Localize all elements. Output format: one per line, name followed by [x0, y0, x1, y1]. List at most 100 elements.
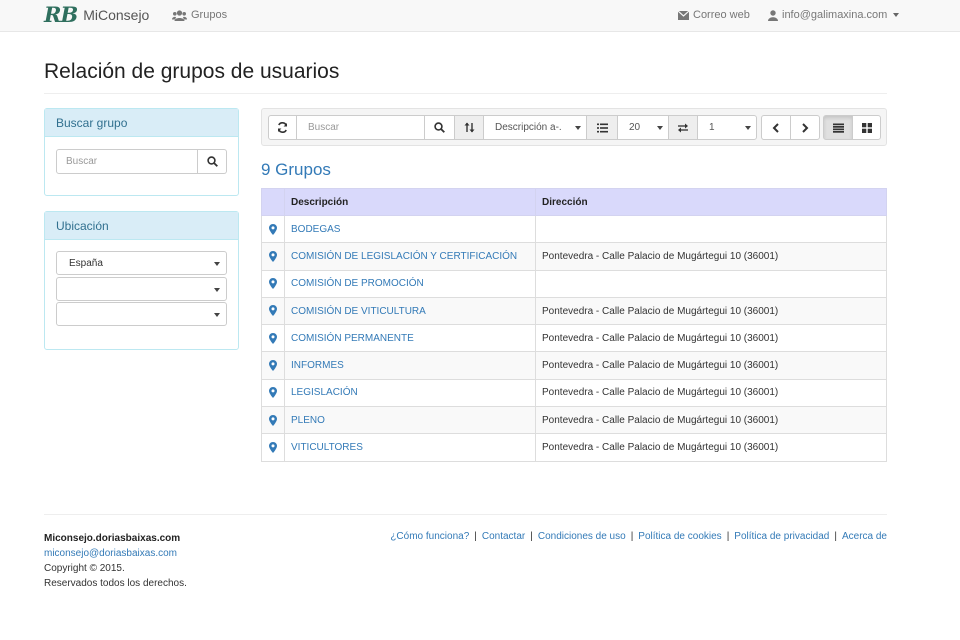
group-link[interactable]: BODEGAS	[291, 224, 340, 235]
envelope-icon	[678, 10, 689, 20]
footer-link-terms[interactable]: Condiciones de uso	[538, 531, 626, 542]
next-page-button[interactable]	[790, 115, 820, 140]
nav-groups-link[interactable]: Grupos	[172, 8, 227, 22]
table-row[interactable]: COMISIÓN PERMANENTE Pontevedra - Calle Pa…	[261, 324, 887, 353]
location-panel: Ubicación España	[44, 211, 239, 350]
footer-link-privacy[interactable]: Política de privacidad	[734, 531, 829, 542]
table-row[interactable]: COMISIÓN DE PROMOCIÓN	[261, 269, 887, 298]
brand-logo[interactable]: RB	[44, 4, 78, 26]
page-title: Relación de grupos de usuarios	[44, 60, 340, 83]
group-link[interactable]: COMISIÓN DE LEGISLACIÓN Y CERTIFICACIÓN	[291, 251, 517, 262]
chevron-left-icon	[772, 122, 779, 133]
map-marker-icon[interactable]	[269, 223, 277, 235]
row-description-cell: VITICULTORES	[284, 433, 536, 462]
footer-link-contact[interactable]: Contactar	[482, 531, 525, 542]
table-row[interactable]: VITICULTORES Pontevedra - Calle Palacio d…	[261, 433, 887, 462]
row-address-cell: Pontevedra - Calle Palacio de Mugártegui…	[535, 351, 887, 380]
row-location-cell	[261, 324, 285, 353]
search-group-panel: Buscar grupo Buscar	[44, 108, 239, 196]
row-description-cell: COMISIÓN DE LEGISLACIÓN Y CERTIFICACIÓN	[284, 242, 536, 271]
map-marker-icon[interactable]	[269, 278, 277, 290]
table-row[interactable]: COMISIÓN DE LEGISLACIÓN Y CERTIFICACIÓN P…	[261, 242, 887, 271]
footer-separator: |	[630, 531, 634, 542]
map-marker-icon[interactable]	[269, 441, 277, 453]
sort-toggle-button[interactable]	[454, 115, 484, 140]
group-link[interactable]: VITICULTORES	[291, 442, 363, 453]
chevron-down-icon	[214, 288, 220, 292]
footer-link-about[interactable]: Acerca de	[842, 531, 887, 542]
group-link[interactable]: INFORMES	[291, 360, 344, 371]
row-location-cell	[261, 296, 285, 326]
group-link[interactable]: LEGISLACIÓN	[291, 387, 358, 398]
column-header-description[interactable]: Descripción	[284, 188, 536, 216]
table-row[interactable]: BODEGAS	[261, 214, 887, 244]
map-marker-icon[interactable]	[269, 332, 277, 344]
row-description-cell: BODEGAS	[284, 214, 536, 244]
row-address-cell: Pontevedra - Calle Palacio de Mugártegui…	[535, 378, 887, 408]
row-description-cell: COMISIÓN DE PROMOCIÓN	[284, 269, 536, 298]
refresh-icon	[277, 122, 288, 133]
map-marker-icon[interactable]	[269, 305, 277, 317]
brand-name[interactable]: MiConsejo	[83, 4, 149, 26]
group-link[interactable]: COMISIÓN DE VITICULTURA	[291, 306, 426, 317]
group-link[interactable]: COMISIÓN PERMANENTE	[291, 333, 414, 344]
toolbar-search-button[interactable]	[424, 115, 455, 140]
footer-site-name: Miconsejo.doriasbaixas.com	[44, 533, 181, 544]
brand[interactable]: RB MiConsejo	[44, 4, 149, 26]
row-description-cell: COMISIÓN PERMANENTE	[284, 324, 536, 353]
map-marker-icon[interactable]	[269, 387, 277, 399]
row-location-cell	[261, 242, 285, 271]
toolbar-search-input[interactable]: Buscar	[296, 115, 425, 140]
map-marker-icon[interactable]	[269, 360, 277, 372]
row-location-cell	[261, 214, 285, 244]
footer-separator: |	[834, 531, 837, 542]
footer-info: Miconsejo.doriasbaixas.com miconsejo@dor…	[44, 531, 187, 591]
region-select[interactable]	[56, 277, 227, 301]
sort-select[interactable]: Descripción a-.	[483, 115, 587, 140]
previous-page-button[interactable]	[761, 115, 791, 140]
column-header-address[interactable]: Dirección	[535, 188, 887, 216]
footer-separator: |	[530, 531, 533, 542]
table-row[interactable]: COMISIÓN DE VITICULTURA Pontevedra - Call…	[261, 296, 887, 326]
page-size-select[interactable]: 20	[617, 115, 669, 140]
group-search-button[interactable]	[198, 149, 227, 174]
refresh-button[interactable]	[268, 115, 297, 140]
grid-view-button[interactable]	[852, 115, 881, 140]
table-row[interactable]: INFORMES Pontevedra - Calle Palacio de Mu…	[261, 351, 887, 380]
chevron-down-icon	[893, 13, 900, 17]
footer-copyright: Copyright © 2015.	[44, 563, 125, 574]
row-location-cell	[261, 378, 285, 408]
nav-groups-label: Grupos	[191, 9, 228, 21]
country-select[interactable]: España	[56, 251, 227, 275]
row-description-cell: PLENO	[284, 406, 536, 435]
footer-links: ¿Cómo funciona? | Contactar | Condiciones …	[390, 531, 887, 542]
row-location-cell	[261, 433, 285, 462]
exchange-icon	[678, 123, 688, 132]
footer-link-cookies[interactable]: Política de cookies	[638, 531, 721, 542]
top-navbar: RB MiConsejo Grupos Correo web info@gali…	[0, 0, 960, 32]
group-link[interactable]: COMISIÓN DE PROMOCIÓN	[291, 278, 424, 289]
group-search-input[interactable]: Buscar	[56, 149, 198, 174]
nav-webmail-link[interactable]: Correo web	[678, 8, 750, 22]
row-address-cell: Pontevedra - Calle Palacio de Mugártegui…	[535, 242, 887, 271]
list-view-button[interactable]	[823, 115, 853, 140]
map-marker-icon[interactable]	[269, 414, 277, 426]
footer-divider	[44, 514, 887, 515]
page-number-select[interactable]: 1	[697, 115, 757, 140]
page-number-label	[668, 115, 698, 140]
chevron-down-icon	[657, 126, 663, 130]
footer-email-link[interactable]: miconsejo@doriasbaixas.com	[44, 546, 187, 561]
sort-icon	[464, 122, 474, 133]
user-icon	[768, 9, 778, 21]
user-menu[interactable]: info@galimaxina.com	[768, 8, 900, 22]
table-row[interactable]: PLENO Pontevedra - Calle Palacio de Mugár…	[261, 406, 887, 435]
city-select[interactable]	[56, 302, 227, 326]
group-link[interactable]: PLENO	[291, 415, 325, 426]
location-panel-title: Ubicación	[45, 212, 238, 240]
footer-separator: |	[726, 531, 730, 542]
footer-link-how-it-works[interactable]: ¿Cómo funciona?	[390, 531, 469, 542]
page-number-value: 1	[709, 122, 715, 133]
map-marker-icon[interactable]	[269, 250, 277, 262]
user-email: info@galimaxina.com	[782, 9, 888, 21]
table-row[interactable]: LEGISLACIÓN Pontevedra - Calle Palacio de…	[261, 378, 887, 408]
